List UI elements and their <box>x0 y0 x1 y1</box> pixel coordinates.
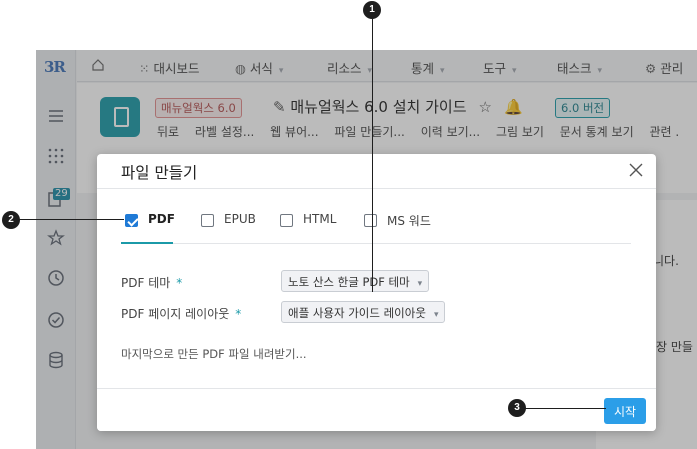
pdf-layout-label: PDF 페이지 레이아웃 * <box>121 305 241 322</box>
html-checkbox[interactable] <box>280 214 293 227</box>
format-word[interactable]: MS 워드 <box>364 212 431 242</box>
callout-3: 3 <box>508 399 526 417</box>
callout-2: 2 <box>2 211 20 229</box>
format-label: PDF <box>148 212 175 226</box>
format-pdf[interactable]: PDF <box>125 212 175 242</box>
create-file-dialog: 파일 만들기 PDF EPUB HTML MS 워드 PDF 테마 * 노토 산스… <box>97 154 656 431</box>
format-html[interactable]: HTML <box>280 212 336 242</box>
callout-line <box>18 219 124 220</box>
word-checkbox[interactable] <box>364 214 377 227</box>
callout-line <box>372 18 373 292</box>
callout-line <box>524 408 606 409</box>
format-label: MS 워드 <box>387 214 431 228</box>
start-button[interactable]: 시작 <box>604 398 646 424</box>
format-epub[interactable]: EPUB <box>201 212 256 242</box>
select-value: 노토 산스 한글 PDF 테마 <box>288 275 410 289</box>
select-value: 애플 사용자 가이드 레이아웃 <box>288 306 426 320</box>
dialog-title: 파일 만들기 <box>121 164 198 182</box>
pdf-layout-select[interactable]: 애플 사용자 가이드 레이아웃 ▾ <box>281 301 446 323</box>
active-tab-indicator <box>121 242 173 244</box>
label-text: PDF 페이지 레이아웃 <box>121 307 230 321</box>
dialog-footer: 시작 <box>97 388 656 431</box>
chevron-down-icon: ▾ <box>417 279 423 289</box>
callout-1: 1 <box>363 1 381 19</box>
pdf-theme-select[interactable]: 노토 산스 한글 PDF 테마 ▾ <box>281 270 430 292</box>
required-mark: * <box>235 307 242 321</box>
download-last-pdf-link[interactable]: 마지막으로 만든 PDF 파일 내려받기... <box>121 346 307 362</box>
required-mark: * <box>176 276 183 290</box>
format-tabs: PDF EPUB HTML MS 워드 <box>121 212 631 244</box>
dialog-header: 파일 만들기 <box>97 154 656 189</box>
epub-checkbox[interactable] <box>201 214 214 227</box>
close-icon[interactable] <box>626 160 646 180</box>
chevron-down-icon: ▾ <box>433 310 439 320</box>
format-label: EPUB <box>224 212 256 226</box>
pdf-theme-label: PDF 테마 * <box>121 274 182 291</box>
label-text: PDF 테마 <box>121 276 171 290</box>
pdf-checkbox[interactable] <box>125 214 138 227</box>
format-label: HTML <box>303 212 337 226</box>
